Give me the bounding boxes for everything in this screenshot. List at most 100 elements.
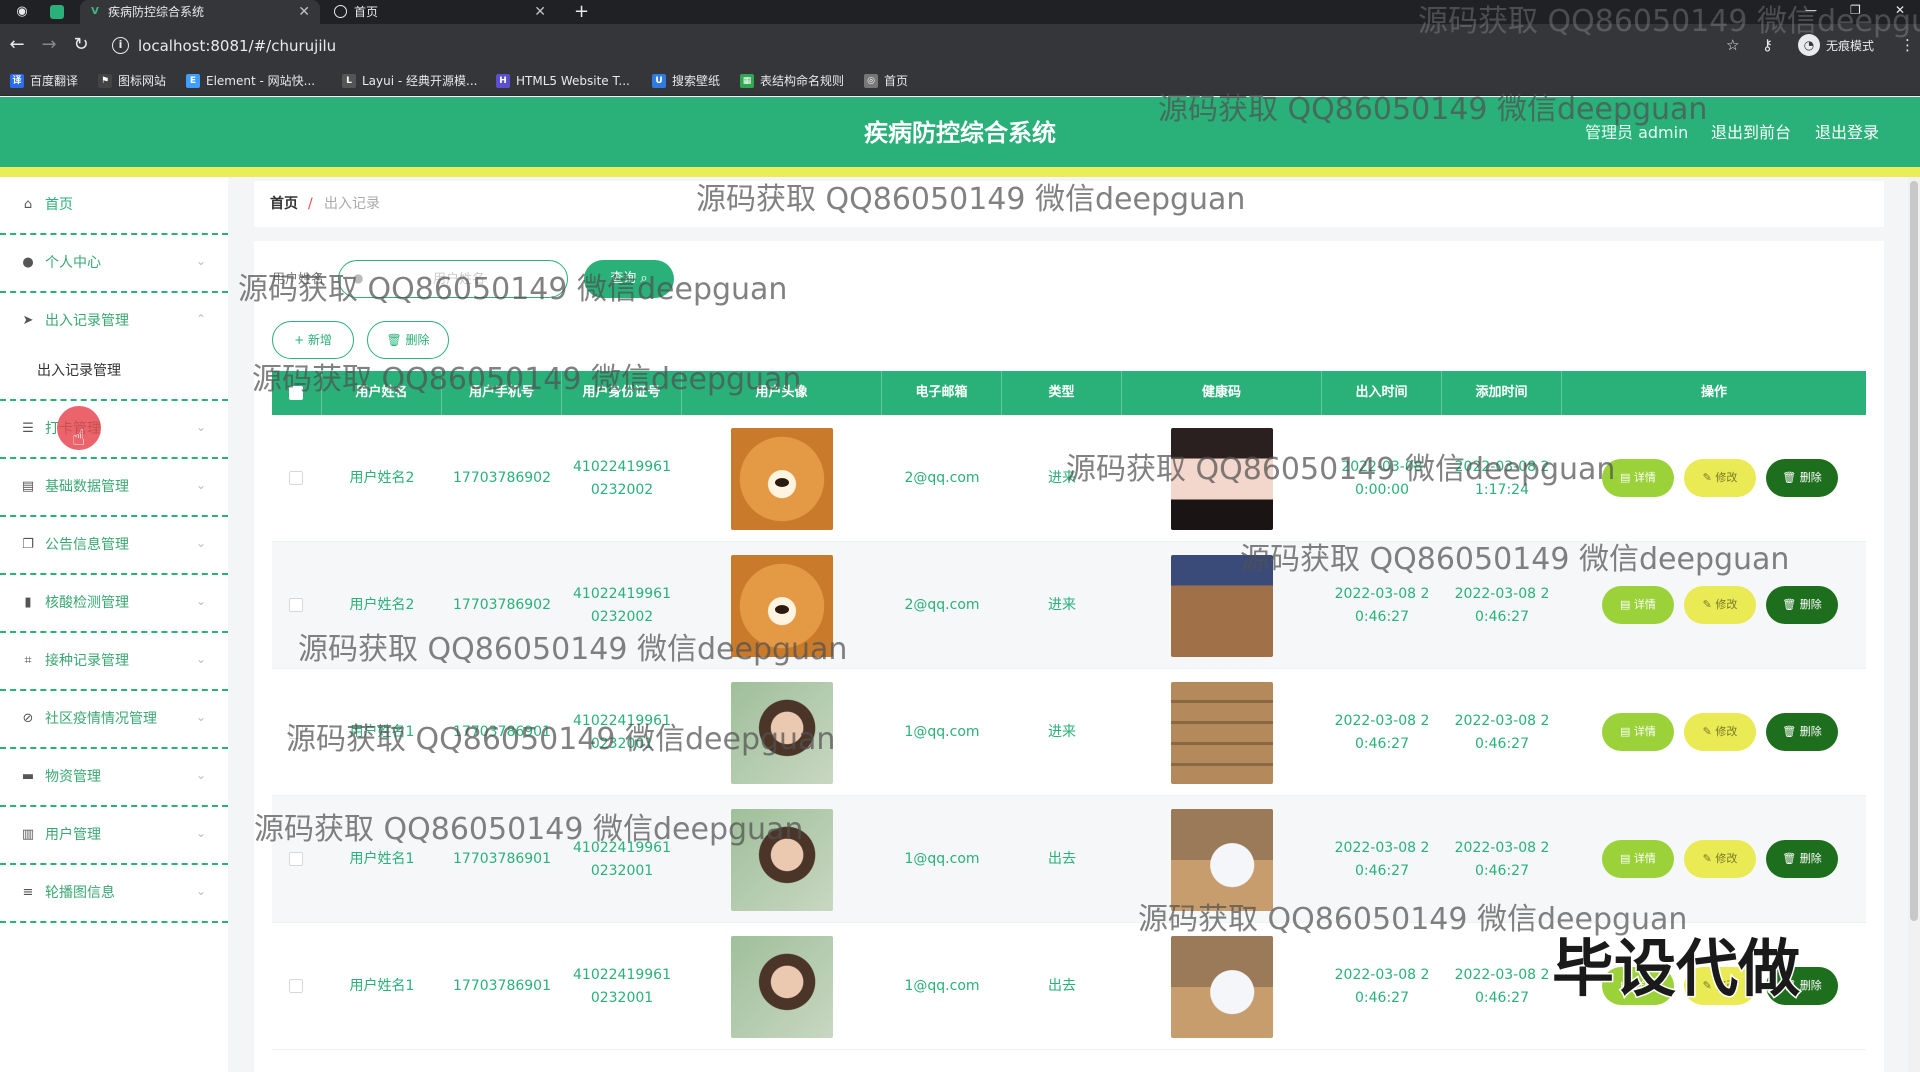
back-icon[interactable]: ← bbox=[6, 34, 28, 56]
avatar-image[interactable] bbox=[731, 681, 833, 784]
close-tab-icon[interactable]: ✕ bbox=[534, 0, 546, 24]
time-line: 1:17:24 bbox=[1475, 481, 1529, 498]
bookmark-item[interactable]: ⚑ 图标网站 bbox=[98, 72, 166, 90]
app-favicon-icon bbox=[50, 5, 64, 19]
bookmark-item[interactable]: L Layui - 经典开源模... bbox=[342, 72, 477, 90]
cell-add-time: 2022-03-08 2 0:46:27 bbox=[1442, 796, 1562, 923]
bookmark-star-icon[interactable]: ☆ bbox=[1726, 35, 1739, 55]
vue-icon: V bbox=[91, 6, 99, 17]
add-button[interactable]: + 新增 bbox=[272, 321, 354, 359]
globe-icon bbox=[334, 5, 347, 18]
health-code-image[interactable] bbox=[1171, 935, 1273, 1038]
breadcrumb-current: 出入记录 bbox=[324, 196, 380, 212]
time-line: 0:46:27 bbox=[1355, 608, 1409, 625]
new-tab-icon[interactable]: + bbox=[574, 0, 589, 24]
health-code-image[interactable] bbox=[1171, 808, 1273, 911]
row-checkbox[interactable] bbox=[289, 979, 303, 993]
detail-button[interactable]: ▤ 详情 bbox=[1602, 459, 1674, 497]
row-delete-button[interactable]: 🗑 删除 bbox=[1766, 840, 1838, 878]
sidebar-item-supplies[interactable]: ▬ 物资管理 ⌄ bbox=[0, 749, 228, 807]
health-code-image[interactable] bbox=[1171, 554, 1273, 657]
cell-access-time: 2022-03-08 2 0:46:27 bbox=[1322, 669, 1442, 796]
edit-button[interactable]: ✎ 修改 bbox=[1684, 586, 1756, 624]
select-all-checkbox[interactable] bbox=[289, 386, 303, 400]
logout-link[interactable]: 退出登录 bbox=[1815, 123, 1879, 143]
incognito-icon[interactable]: ◔ bbox=[1798, 34, 1820, 56]
forward-icon[interactable]: → bbox=[38, 34, 60, 56]
time-line: 0:46:27 bbox=[1475, 608, 1529, 625]
time-line: 0:46:27 bbox=[1355, 735, 1409, 752]
id-card-line: 0232002 bbox=[590, 608, 654, 625]
table-row: 用户姓名1 17703786901 41022419961 0232001 1@q… bbox=[272, 796, 1866, 923]
edit-button[interactable]: ✎ 修改 bbox=[1684, 459, 1756, 497]
row-checkbox[interactable] bbox=[289, 471, 303, 485]
bookmark-item[interactable]: U 搜索壁纸 bbox=[652, 72, 720, 90]
sidebar-item-home[interactable]: ⌂ 首页 bbox=[0, 177, 228, 235]
cell-access-time: 2022-03-08 2 0:46:27 bbox=[1322, 542, 1442, 669]
avatar-image[interactable] bbox=[731, 935, 833, 1038]
url-field[interactable]: localhost:8081/#/churujilu bbox=[138, 36, 336, 56]
tab-system[interactable]: V 疾病防控综合系统 ✕ bbox=[80, 0, 320, 24]
detail-button[interactable]: ▤ 详情 bbox=[1602, 840, 1674, 878]
row-checkbox[interactable] bbox=[289, 725, 303, 739]
delete-button[interactable]: 🗑 删除 bbox=[367, 321, 449, 359]
sidebar-item-users[interactable]: ▥ 用户管理 ⌄ bbox=[0, 807, 228, 865]
site-info-icon[interactable]: i bbox=[112, 37, 129, 54]
row-delete-button[interactable]: 🗑 删除 bbox=[1766, 459, 1838, 497]
row-checkbox[interactable] bbox=[289, 852, 303, 866]
row-delete-button[interactable]: 🗑 删除 bbox=[1766, 713, 1838, 751]
sidebar-item-community-epidemic[interactable]: ⊘ 社区疫情情况管理 ⌄ bbox=[0, 691, 228, 749]
bookmark-item[interactable]: H HTML5 Website T... bbox=[496, 72, 630, 90]
sidebar-item-vaccination[interactable]: ⌗ 接种记录管理 ⌄ bbox=[0, 633, 228, 691]
key-icon[interactable]: ⚷ bbox=[1762, 35, 1773, 55]
reload-icon[interactable]: ↻ bbox=[70, 34, 92, 56]
tab-home[interactable]: 首页 ✕ bbox=[326, 0, 556, 24]
sidebar-subitem-access-records[interactable]: 出入记录管理 bbox=[0, 343, 228, 401]
close-window-icon[interactable]: ✕ bbox=[1895, 0, 1905, 20]
browser-menu-icon[interactable]: ◉ bbox=[14, 4, 30, 20]
cell-type: 进来 bbox=[1048, 470, 1076, 486]
avatar-image[interactable] bbox=[731, 808, 833, 911]
avatar-image[interactable] bbox=[731, 427, 833, 530]
close-tab-icon[interactable]: ✕ bbox=[298, 0, 310, 24]
sidebar-item-checkin[interactable]: ☰ 打卡管理 ⌄ bbox=[0, 401, 228, 459]
breadcrumb-home[interactable]: 首页 bbox=[270, 195, 298, 213]
edit-button[interactable]: ✎ 修改 bbox=[1684, 713, 1756, 751]
cell-id-card: 41022419961 0232001 bbox=[562, 796, 682, 923]
sidebar-item-carousel[interactable]: ≡ 轮播图信息 ⌄ bbox=[0, 865, 228, 923]
column-header: 类型 bbox=[1002, 371, 1122, 415]
search-button[interactable]: 查询 ⌕ bbox=[584, 260, 674, 298]
avatar-image[interactable] bbox=[731, 554, 833, 657]
bookmark-item[interactable]: ◎ 首页 bbox=[864, 72, 908, 90]
bookmark-item[interactable]: 译百度翻译 bbox=[10, 72, 78, 90]
detail-button[interactable]: ▤ 详情 bbox=[1602, 713, 1674, 751]
time-line: 0:00:00 bbox=[1355, 481, 1409, 498]
sidebar-item-basic-data[interactable]: ▤ 基础数据管理 ⌄ bbox=[0, 459, 228, 517]
minimize-icon[interactable]: — bbox=[1805, 0, 1817, 20]
front-link[interactable]: 退出到前台 bbox=[1711, 123, 1791, 143]
health-code-image[interactable] bbox=[1171, 681, 1273, 784]
search-input-wrapper[interactable]: ● bbox=[338, 260, 568, 298]
bookmark-item[interactable]: E Element - 网站快... bbox=[186, 72, 315, 90]
sidebar-item-nucleic-test[interactable]: ▮ 核酸检测管理 ⌄ bbox=[0, 575, 228, 633]
column-header: 健康码 bbox=[1122, 371, 1322, 415]
chevron-down-icon: ⌄ bbox=[195, 536, 206, 550]
bookmark-item[interactable]: ▦ 表结构命名规则 bbox=[740, 72, 844, 90]
sidebar-item-profile[interactable]: ● 个人中心 ⌄ bbox=[0, 235, 228, 293]
row-checkbox[interactable] bbox=[289, 598, 303, 612]
search-input[interactable] bbox=[369, 269, 549, 289]
sidebar-item-notices[interactable]: ❐ 公告信息管理 ⌄ bbox=[0, 517, 228, 575]
cell-id-card: 41022419961 0232001 bbox=[562, 923, 682, 1050]
detail-button[interactable]: ▤ 详情 bbox=[1602, 586, 1674, 624]
compass-icon: ⊘ bbox=[22, 711, 34, 726]
scrollbar-thumb[interactable] bbox=[1910, 181, 1918, 921]
restore-icon[interactable]: ❐ bbox=[1850, 0, 1861, 20]
row-delete-button[interactable]: 🗑 删除 bbox=[1766, 586, 1838, 624]
sidebar-item-label: 首页 bbox=[45, 197, 73, 213]
page-scrollbar[interactable] bbox=[1908, 177, 1920, 1072]
sidebar-item-label: 公告信息管理 bbox=[45, 537, 129, 553]
edit-button[interactable]: ✎ 修改 bbox=[1684, 840, 1756, 878]
cell-health-code bbox=[1122, 796, 1322, 923]
browser-more-icon[interactable]: ⋮ bbox=[1900, 35, 1915, 55]
health-code-image[interactable] bbox=[1171, 427, 1273, 530]
